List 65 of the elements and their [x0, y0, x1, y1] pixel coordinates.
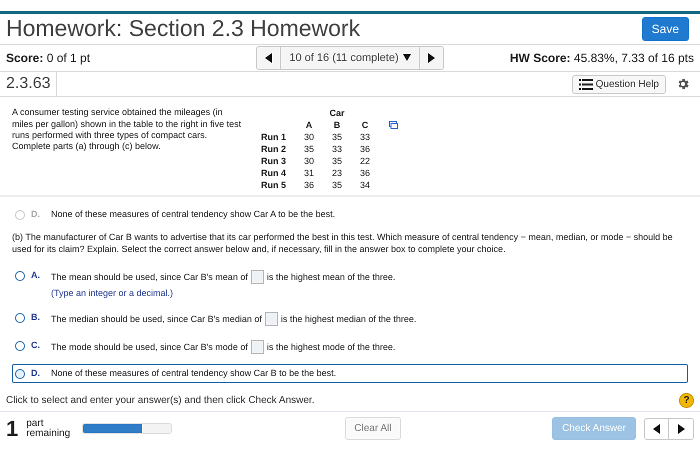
column-header: C — [360, 119, 370, 132]
table-cell-text: 30 — [303, 131, 316, 144]
row-header: Run 1 — [260, 131, 288, 144]
right-triangle-icon — [427, 52, 436, 63]
right-triangle-icon — [677, 424, 685, 434]
table-cell-text: 30 — [303, 155, 316, 168]
question-prompt: (b) The manufacturer of Car B wants to advertise that its car performed the best in this test. Which measure of central tendency − mean, median, or mode − should be used for its claim? Explain. Select the correct answer below and, if necessary, fill in the answer box to complete your choice. — [12, 232, 674, 256]
option-text: The median should be used, since Car B's median of — [51, 314, 262, 324]
radio-button[interactable] — [15, 340, 25, 351]
hw-score-text: HW Score: 45.83%, 7.33 of 16 pts — [510, 50, 694, 65]
row-header: Run 3 — [260, 155, 288, 168]
table-cell-text: 36 — [359, 143, 372, 156]
copy-icon[interactable] — [389, 121, 398, 130]
option-text: The mode should be used, since Car B's mode of — [51, 342, 248, 352]
radio-button[interactable] — [15, 270, 25, 281]
option-letter: C. — [31, 340, 41, 350]
settings-icon[interactable] — [676, 77, 690, 92]
hint-text: (Type an integer or a decimal.) — [51, 288, 174, 298]
row-header: Run 2 — [260, 143, 288, 156]
option-text: is the highest mean of the three. — [266, 272, 396, 282]
table-cell-text: 34 — [359, 179, 372, 192]
table-cell-text: 33 — [331, 143, 344, 156]
table-cell-text: 23 — [331, 167, 344, 180]
row-header: Run 4 — [260, 167, 288, 180]
table-group-header: Car — [328, 107, 346, 120]
selected-option[interactable]: D. None of these measures of central tendency show Car B to be the best. — [12, 364, 688, 383]
left-triangle-icon — [652, 424, 660, 434]
option-text: is the highest median of the three. — [280, 314, 416, 324]
left-triangle-icon — [264, 52, 273, 63]
column-header: B — [332, 119, 342, 132]
problem-text: A consumer testing service obtained the mileages (in miles per gallon) shown in the table to the right in five test runs performed with three types of compact cars. Complete parts (a) through (c) below. — [12, 107, 242, 154]
option-text: The mean should be used, since Car B's mean of — [51, 272, 248, 282]
parts-label: part remaining — [26, 418, 72, 439]
radio-button[interactable] — [15, 312, 25, 323]
table-cell-text: 31 — [303, 167, 316, 180]
column-header: A — [304, 119, 314, 132]
option-letter: D. — [31, 368, 41, 378]
option-letter: B. — [31, 312, 41, 322]
option-text: is the highest mode of the three. — [266, 342, 396, 352]
table-cell-text: 35 — [331, 131, 344, 144]
option-text: None of these measures of central tendency show Car B to be the best. — [51, 368, 336, 378]
option-text: None of these measures of central tendency show Car A to be the best. — [51, 209, 336, 220]
table-cell-text: 22 — [359, 155, 372, 168]
table-cell-text: 35 — [331, 179, 344, 192]
radio-button[interactable] — [15, 368, 25, 379]
table-cell-text: 36 — [359, 167, 372, 180]
score-text: Score: 0 of 1 pt — [6, 50, 92, 65]
table-cell-text: 36 — [303, 179, 316, 192]
row-header: Run 5 — [260, 179, 288, 192]
parts-count: 1 — [6, 416, 18, 442]
save-button[interactable]: Save — [642, 16, 689, 41]
page-title: Homework: Section 2.3 Homework — [6, 15, 360, 42]
table-cell-text: 33 — [359, 131, 372, 144]
option-letter: A. — [31, 270, 41, 280]
instruction-text: Click to select and enter your answer(s) and then click Check Answer. — [6, 394, 314, 406]
clear-all-button[interactable]: Clear All — [345, 417, 400, 440]
question-help-button[interactable]: Question Help — [572, 74, 666, 94]
table-cell-text: 35 — [331, 155, 344, 168]
question-select[interactable]: 10 of 16 (11 complete) — [281, 46, 419, 69]
question-number: 2.3.63 — [0, 72, 58, 96]
caret-icon — [402, 52, 411, 63]
option-letter: D. — [31, 209, 41, 220]
table-cell-text: 35 — [303, 143, 316, 156]
list-icon — [578, 78, 593, 90]
help-button[interactable]: ? — [679, 392, 694, 408]
